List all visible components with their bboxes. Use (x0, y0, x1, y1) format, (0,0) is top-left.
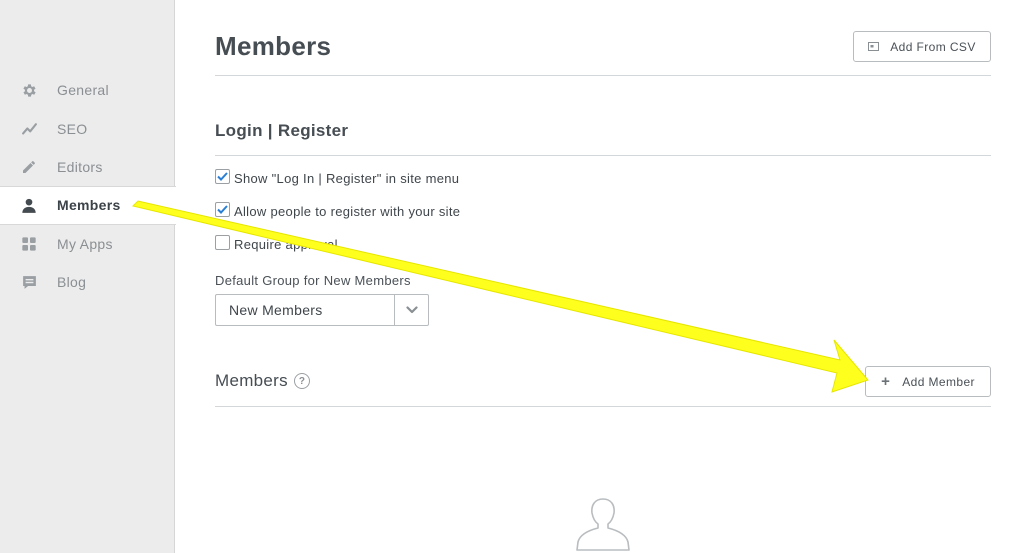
login-section-divider (215, 155, 991, 156)
sidebar-item-seo[interactable]: SEO (0, 109, 175, 147)
members-section-header: Members ? (215, 371, 310, 391)
login-register-heading: Login | Register (215, 121, 349, 140)
sidebar-item-members[interactable]: Members (0, 186, 176, 225)
show-login-label: Show "Log In | Register" in site menu (234, 171, 460, 186)
add-member-label: Add Member (902, 374, 975, 389)
grid-icon (20, 235, 38, 253)
sidebar-item-label: Members (57, 197, 121, 214)
require-approval-label: Require approval (234, 237, 338, 252)
sidebar-item-blog[interactable]: Blog (0, 263, 175, 301)
sidebar-nav: General SEO Editors Members My Apps Blog (0, 71, 176, 301)
sidebar-item-label: SEO (57, 120, 88, 137)
require-approval-checkbox[interactable] (215, 235, 230, 250)
require-approval-option[interactable]: Require approval (215, 235, 338, 252)
gear-icon (20, 81, 38, 99)
default-group-value: New Members (216, 295, 395, 325)
sidebar-item-general[interactable]: General (0, 71, 175, 109)
allow-register-label: Allow people to register with your site (234, 204, 461, 219)
allow-register-option[interactable]: Allow people to register with your site (215, 202, 461, 219)
default-group-select[interactable]: New Members (215, 294, 429, 326)
add-member-button[interactable]: + Add Member (865, 366, 991, 397)
trend-icon (20, 120, 38, 138)
sidebar-item-label: General (57, 82, 109, 99)
empty-members-avatar-icon (576, 496, 630, 553)
members-section-divider (215, 406, 991, 407)
allow-register-checkbox[interactable] (215, 202, 230, 217)
add-from-csv-button[interactable]: Add From CSV (853, 31, 991, 62)
person-icon (20, 196, 38, 214)
plus-icon: + (881, 373, 891, 390)
pencil-icon (20, 158, 38, 176)
csv-file-icon (868, 42, 880, 51)
sidebar-item-editors[interactable]: Editors (0, 148, 175, 186)
page-title: Members (215, 31, 332, 61)
checkmark-icon (217, 205, 228, 214)
help-icon[interactable]: ? (293, 373, 310, 389)
comment-icon (20, 273, 38, 291)
checkmark-icon (217, 172, 228, 181)
show-login-checkbox[interactable] (215, 169, 230, 184)
default-group-label: Default Group for New Members (215, 273, 411, 288)
title-divider (215, 75, 991, 76)
sidebar-item-my-apps[interactable]: My Apps (0, 225, 175, 263)
sidebar-item-label: Editors (57, 158, 103, 175)
add-from-csv-label: Add From CSV (890, 39, 976, 54)
sidebar-item-label: Blog (57, 274, 87, 291)
members-heading: Members (215, 371, 288, 390)
show-login-option[interactable]: Show "Log In | Register" in site menu (215, 169, 460, 186)
sidebar-item-label: My Apps (57, 235, 113, 252)
sidebar: General SEO Editors Members My Apps Blog (0, 0, 176, 553)
chevron-down-icon[interactable] (395, 295, 428, 325)
